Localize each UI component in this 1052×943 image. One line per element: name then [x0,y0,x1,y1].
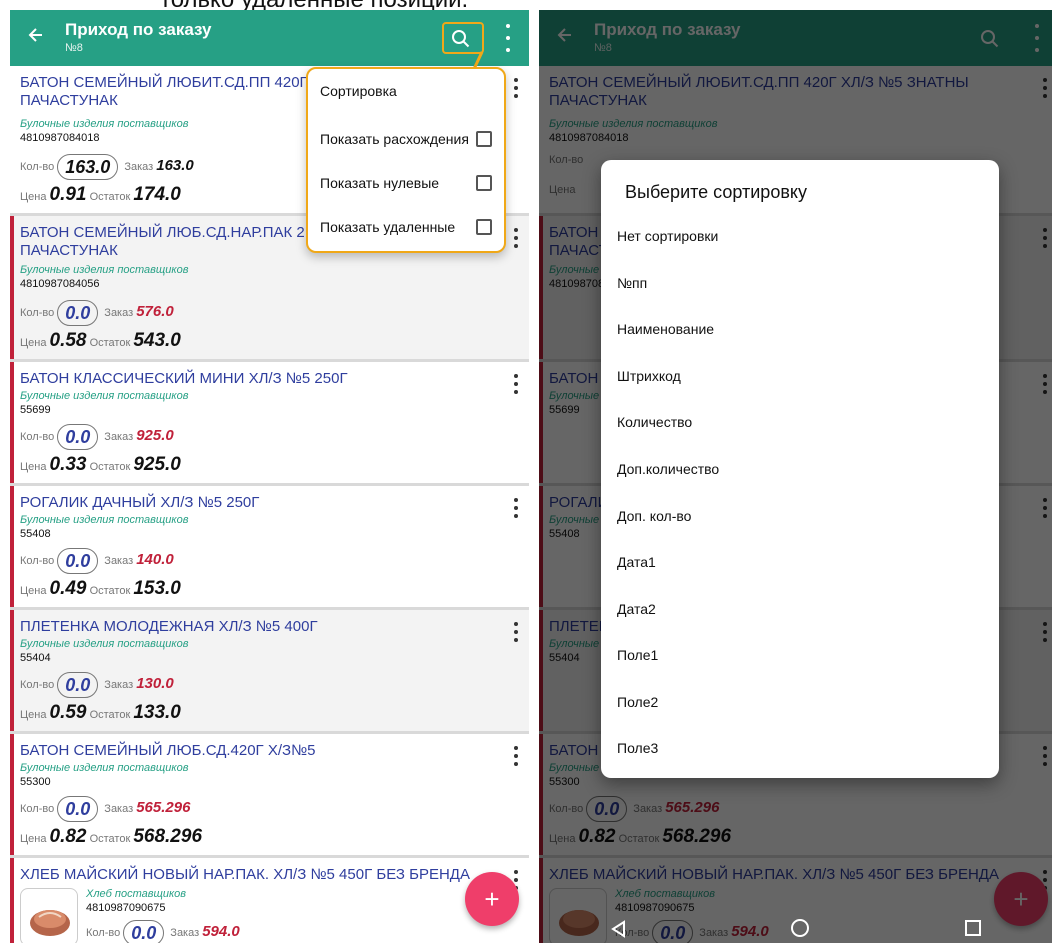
back-button[interactable] [20,22,52,54]
sort-option[interactable]: Поле1 [617,647,658,663]
overflow-menu-button[interactable] [498,24,518,52]
item-name: БАТОН СЕМЕЙНЫЙ ЛЮБ.СД.420Г Х/З№5 [20,742,316,759]
list-item[interactable]: БАТОН СЕМЕЙНЫЙ ЛЮБ.СД.420Г Х/З№5 Булочны… [10,734,529,858]
qty-row: Кол-во 0.0 Заказ 130.0 [20,672,174,698]
show-diff-checkbox[interactable] [476,131,492,147]
item-group: Булочные изделия поставщиков [20,762,189,774]
sort-option[interactable]: Поле3 [617,740,658,756]
dialog-title: Выберите сортировку [625,182,807,202]
item-name: ПЛЕТЕНКА МОЛОДЕЖНАЯ ХЛ/З №5 400Г [20,618,318,635]
item-menu-button[interactable] [513,228,519,248]
item-barcode: 4810987084056 [20,278,100,290]
sort-option[interactable]: Наименование [617,321,714,337]
item-group: Булочные изделия поставщиков [20,390,189,402]
item-barcode: 55699 [20,404,51,416]
overflow-menu: Сортировка Показать расхождения Показать… [306,67,506,253]
page-subtitle: №8 [65,42,83,54]
qty-row: Кол-во 0.0 Заказ 576.0 [20,300,174,326]
add-fab-button[interactable]: + [465,872,519,926]
sort-option[interactable]: Поле2 [617,694,658,710]
show-deleted-checkbox[interactable] [476,219,492,235]
item-barcode: 55300 [20,776,51,788]
item-menu-button[interactable] [513,374,519,394]
nav-home-icon[interactable] [789,917,811,939]
bread-image-icon [30,910,70,936]
item-menu-button[interactable] [513,498,519,518]
price-row: Цена 0.33 Остаток 925.0 [20,454,181,475]
qty-field[interactable]: 0.0 [57,424,99,450]
sort-option[interactable]: Штрихкод [617,368,681,384]
list-item[interactable]: ПЛЕТЕНКА МОЛОДЕЖНАЯ ХЛ/З №5 400Г Булочны… [10,610,529,734]
menu-item-sort[interactable]: Сортировка [320,83,500,99]
item-name: РОГАЛИК ДАЧНЫЙ ХЛ/З №5 250Г [20,494,260,511]
left-screen: Приход по заказу №8 БАТОН СЕМЕЙНЫЙ ЛЮБИТ… [10,10,529,943]
item-menu-button[interactable] [513,622,519,642]
item-group: Булочные изделия поставщиков [20,514,189,526]
qty-row: Кол-во 0.0 Заказ 925.0 [20,424,174,450]
nav-recents-icon[interactable] [964,919,982,937]
qty-field[interactable]: 0.0 [57,796,99,822]
qty-field[interactable]: 0.0 [123,920,165,943]
item-barcode: 4810987090675 [86,902,166,914]
item-menu-button[interactable] [513,746,519,766]
arrow-left-icon [28,28,42,42]
list-item[interactable]: ХЛЕБ МАЙСКИЙ НОВЫЙ НАР.ПАК. ХЛ/З №5 450Г… [10,858,529,943]
item-group: Булочные изделия поставщиков [20,638,189,650]
qty-field[interactable]: 0.0 [57,300,99,326]
item-barcode: 4810987084018 [20,132,100,144]
caption-text: только удаленные позиции. [160,0,468,10]
menu-item-show-deleted[interactable]: Показать удаленные [320,219,500,235]
nav-back-icon[interactable] [609,919,629,939]
sort-option[interactable]: Доп.количество [617,461,719,477]
sort-option[interactable]: Доп. кол-во [617,508,691,524]
qty-row: Кол-во 0.0 Заказ 140.0 [20,548,174,574]
item-group: Булочные изделия поставщиков [20,118,189,130]
show-zero-checkbox[interactable] [476,175,492,191]
list-item[interactable]: РОГАЛИК ДАЧНЫЙ ХЛ/З №5 250Г Булочные изд… [10,486,529,610]
product-thumbnail [20,888,78,943]
price-row: Цена 0.49 Остаток 153.0 [20,578,181,599]
page-title: Приход по заказу [65,20,212,39]
list-item[interactable]: БАТОН КЛАССИЧЕСКИЙ МИНИ ХЛ/З №5 250Г Бул… [10,362,529,486]
item-group: Хлеб поставщиков [86,888,187,900]
item-barcode: 55408 [20,528,51,540]
caption-strip: только удаленные позиции. [0,0,1052,10]
price-row: Цена 0.58 Остаток 543.0 [20,330,181,351]
sort-option[interactable]: Количество [617,414,692,430]
item-name: ХЛЕБ МАЙСКИЙ НОВЫЙ НАР.ПАК. ХЛ/З №5 450Г… [20,866,470,883]
item-menu-button[interactable] [513,78,519,98]
menu-item-show-zero[interactable]: Показать нулевые [320,175,500,191]
sort-option[interactable]: Нет сортировки [617,228,718,244]
item-barcode: 55404 [20,652,51,664]
qty-field[interactable]: 163.0 [57,154,119,180]
system-nav-bar [539,913,1052,943]
qty-row: Кол-во0.0 Заказ 565.296 [20,796,190,822]
sort-option[interactable]: №пп [617,275,647,291]
qty-field[interactable]: 0.0 [57,548,99,574]
qty-row: Кол-во 163.0 Заказ 163.0 [20,154,194,180]
item-group: Булочные изделия поставщиков [20,264,189,276]
item-name: БАТОН КЛАССИЧЕСКИЙ МИНИ ХЛ/З №5 250Г [20,370,348,387]
price-row: Цена 0.82 Остаток 568.296 [20,826,203,847]
qty-row: Кол-во0.0 Заказ 594.0 [86,920,240,943]
sort-option[interactable]: Дата1 [617,554,656,570]
right-screen: Приход по заказу №8 БАТОН СЕМЕЙНЫЙ ЛЮБИТ… [539,10,1052,943]
price-row: Цена 0.59 Остаток 133.0 [20,702,181,723]
sort-dialog: Выберите сортировку Нет сортировки №пп Н… [601,160,999,778]
qty-field[interactable]: 0.0 [57,672,99,698]
sort-option[interactable]: Дата2 [617,601,656,617]
price-row: Цена 0.91 Остаток 174.0 [20,184,181,205]
menu-item-show-diff[interactable]: Показать расхождения [320,131,500,147]
